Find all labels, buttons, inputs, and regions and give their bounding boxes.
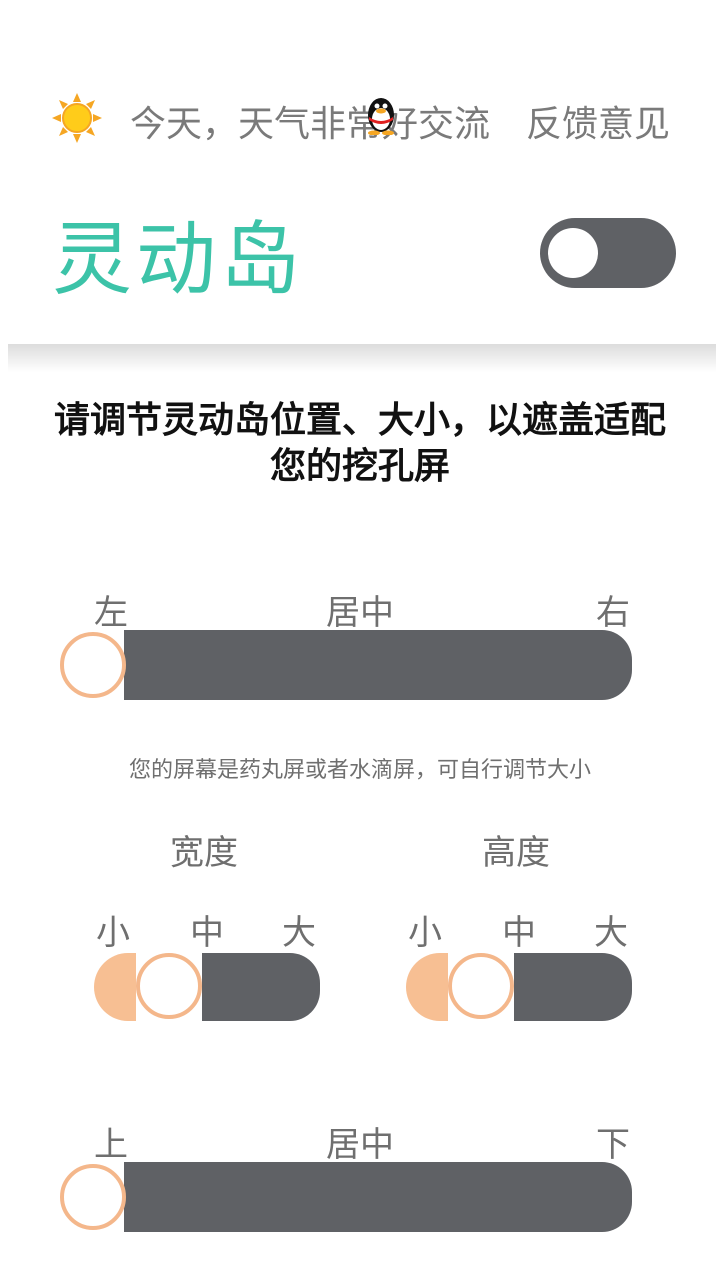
height-large-label: 大: [594, 913, 628, 953]
sun-icon: [52, 93, 102, 143]
height-title: 高度: [482, 833, 550, 873]
width-title: 宽度: [170, 833, 238, 873]
hint-text: 您的屏幕是药丸屏或者水滴屏，可自行调节大小: [128, 758, 591, 783]
width-slider[interactable]: [202, 953, 320, 1021]
label-center-horizontal: 居中: [326, 593, 394, 633]
feedback-link[interactable]: 反馈意见: [526, 95, 670, 147]
label-bottom: 下: [596, 1125, 630, 1165]
page-title: 灵动岛: [52, 213, 304, 306]
vertical-position-slider[interactable]: [124, 1162, 632, 1232]
height-slider[interactable]: [514, 953, 632, 1021]
width-thumb[interactable]: [136, 953, 202, 1019]
horizontal-position-thumb[interactable]: [60, 632, 126, 698]
horizontal-position-slider[interactable]: [124, 630, 632, 700]
width-mid-label: 中: [190, 913, 224, 953]
toggle-knob[interactable]: [548, 228, 598, 278]
label-center-vertical: 居中: [326, 1125, 394, 1165]
height-thumb[interactable]: [448, 953, 514, 1019]
weather-text: 今天，天气非常好交流: [130, 104, 491, 145]
divider: [8, 344, 716, 372]
width-small-label: 小: [96, 913, 130, 953]
chat-link[interactable]: 交流: [418, 104, 490, 145]
label-left: 左: [94, 593, 128, 633]
island-toggle[interactable]: [540, 218, 676, 288]
instruction-text: 请调节灵动岛位置、大小，以遮盖适配您的挖孔屏: [53, 400, 666, 487]
height-small-label: 小: [408, 913, 442, 953]
label-right: 右: [596, 593, 630, 633]
height-mid-label: 中: [502, 913, 536, 953]
height-fill: [406, 953, 448, 1021]
qq-icon[interactable]: [364, 93, 398, 135]
width-large-label: 大: [282, 913, 316, 953]
width-fill: [94, 953, 136, 1021]
label-top: 上: [94, 1125, 128, 1165]
vertical-position-thumb[interactable]: [60, 1164, 126, 1230]
